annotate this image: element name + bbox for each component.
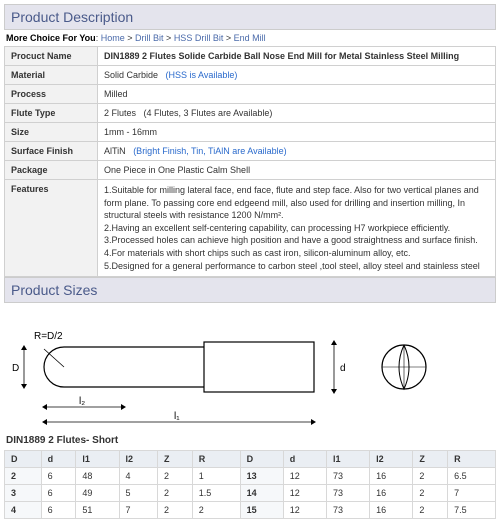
- breadcrumb-label: More Choice For You: [6, 33, 96, 43]
- cell: 2: [192, 502, 240, 519]
- col-header: R: [448, 451, 496, 468]
- material-value: Solid Carbide (HSS is Available): [98, 66, 496, 85]
- breadcrumb-end-mill[interactable]: End Mill: [234, 33, 266, 43]
- cell: 12: [283, 485, 326, 502]
- cell: 73: [326, 468, 369, 485]
- cell: 73: [326, 485, 369, 502]
- svg-text:l₁: l₁: [174, 411, 180, 422]
- breadcrumb-home[interactable]: Home: [101, 33, 125, 43]
- flute-label: Flute Type: [5, 104, 98, 123]
- cell: 1: [192, 468, 240, 485]
- cell: 48: [76, 468, 119, 485]
- col-header: D: [240, 451, 283, 468]
- cell: 7: [448, 485, 496, 502]
- svg-text:D: D: [12, 363, 19, 374]
- name-label: Procuct Name: [5, 47, 98, 66]
- cell: 2: [5, 468, 42, 485]
- cell: 12: [283, 502, 326, 519]
- col-header: Z: [413, 451, 448, 468]
- cell: 16: [370, 468, 413, 485]
- cell: 51: [76, 502, 119, 519]
- cell: 12: [283, 468, 326, 485]
- description-table: Procuct NameDIN1889 2 Flutes Solide Carb…: [4, 46, 496, 277]
- cell: 7: [119, 502, 158, 519]
- flute-value: 2 Flutes (4 Flutes, 3 Flutes are Availab…: [98, 104, 496, 123]
- sizes-table: Ddl1l2ZRDdl1l2ZR 26484211312731626.53649…: [4, 450, 496, 519]
- col-header: l2: [370, 451, 413, 468]
- table-row: 3649521.51412731627: [5, 485, 496, 502]
- cell: 13: [240, 468, 283, 485]
- cell: 2: [158, 485, 193, 502]
- material-label: Material: [5, 66, 98, 85]
- table-row: 46517221512731627.5: [5, 502, 496, 519]
- cell: 7.5: [448, 502, 496, 519]
- col-header: Z: [158, 451, 193, 468]
- cell: 2: [158, 468, 193, 485]
- cell: 2: [158, 502, 193, 519]
- size-value: 1mm - 16mm: [98, 123, 496, 142]
- process-value: Milled: [98, 85, 496, 104]
- breadcrumb: More Choice For You: Home > Drill Bit > …: [4, 30, 496, 46]
- cell: 3: [5, 485, 42, 502]
- cell: 5: [119, 485, 158, 502]
- product-sizes-header: Product Sizes: [4, 277, 496, 303]
- col-header: l2: [119, 451, 158, 468]
- cell: 49: [76, 485, 119, 502]
- cell: 2: [413, 468, 448, 485]
- cell: 6: [41, 502, 76, 519]
- cell: 6.5: [448, 468, 496, 485]
- cell: 6: [41, 485, 76, 502]
- package-label: Package: [5, 161, 98, 180]
- svg-text:d: d: [340, 363, 346, 374]
- cell: 14: [240, 485, 283, 502]
- col-header: l1: [76, 451, 119, 468]
- finish-label: Surface Finish: [5, 142, 98, 161]
- process-label: Process: [5, 85, 98, 104]
- name-value: DIN1889 2 Flutes Solide Carbide Ball Nos…: [98, 47, 496, 66]
- cell: 4: [119, 468, 158, 485]
- svg-text:R=D/2: R=D/2: [34, 331, 63, 342]
- col-header: d: [283, 451, 326, 468]
- table-row: 26484211312731626.5: [5, 468, 496, 485]
- svg-text:l₂: l₂: [79, 396, 85, 407]
- features-label: Features: [5, 180, 98, 277]
- cell: 73: [326, 502, 369, 519]
- cell: 2: [413, 485, 448, 502]
- cell: 16: [370, 485, 413, 502]
- sizes-table-title: DIN1889 2 Flutes- Short: [4, 431, 496, 450]
- col-header: l1: [326, 451, 369, 468]
- product-description-header: Product Description: [4, 4, 496, 30]
- col-header: d: [41, 451, 76, 468]
- features-value: 1.Suitable for milling lateral face, end…: [98, 180, 496, 277]
- breadcrumb-hss-drill-bit[interactable]: HSS Drill Bit: [174, 33, 224, 43]
- col-header: D: [5, 451, 42, 468]
- breadcrumb-drill-bit[interactable]: Drill Bit: [135, 33, 164, 43]
- cell: 2: [413, 502, 448, 519]
- size-label: Size: [5, 123, 98, 142]
- cell: 15: [240, 502, 283, 519]
- cell: 4: [5, 502, 42, 519]
- cell: 16: [370, 502, 413, 519]
- col-header: R: [192, 451, 240, 468]
- cell: 6: [41, 468, 76, 485]
- package-value: One Piece in One Plastic Calm Shell: [98, 161, 496, 180]
- cell: 1.5: [192, 485, 240, 502]
- finish-value: AlTiN (Bright Finish, Tin, TiAlN are Ava…: [98, 142, 496, 161]
- dimension-diagram: R=D/2 D d l₂ l₁: [4, 307, 496, 427]
